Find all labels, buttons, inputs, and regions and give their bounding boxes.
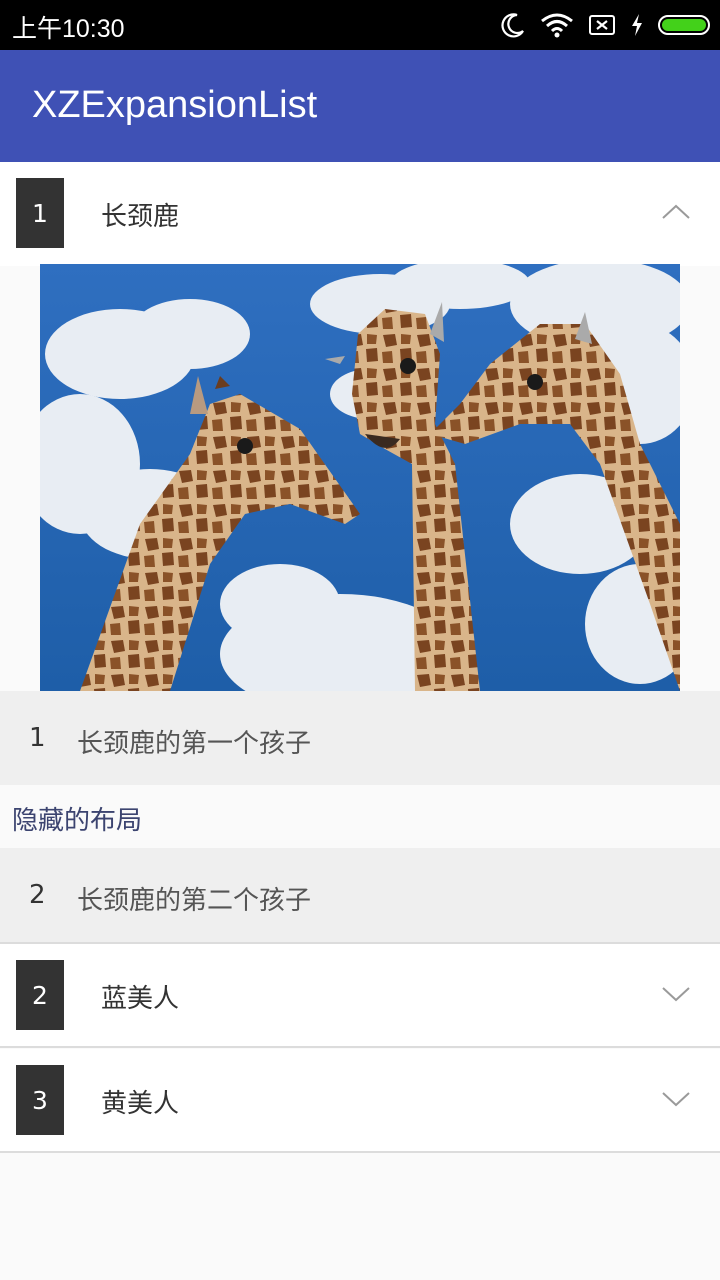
battery-level xyxy=(662,19,706,31)
group-number-badge: 1 xyxy=(16,178,64,248)
status-bar: 上午10:30 xyxy=(0,0,720,50)
status-time: 上午10:30 xyxy=(12,15,125,43)
group-label: 长颈鹿 xyxy=(101,202,180,232)
hidden-layout-text: 隐藏的布局 xyxy=(12,806,143,836)
app-toolbar: XZExpansionList xyxy=(0,50,720,162)
group-row-giraffe[interactable]: 1 长颈鹿 xyxy=(0,162,720,266)
group-label: 蓝美人 xyxy=(101,984,180,1014)
group-number-badge: 3 xyxy=(16,1065,64,1135)
battery-icon xyxy=(658,15,710,35)
chevron-down-icon[interactable] xyxy=(660,1087,692,1111)
child-row-2[interactable]: 2 长颈鹿的第二个孩子 xyxy=(0,848,720,944)
status-icons xyxy=(500,10,710,40)
group-row-blue-beauty[interactable]: 2 蓝美人 xyxy=(0,944,720,1048)
group-number-badge: 2 xyxy=(16,960,64,1030)
group-label: 黄美人 xyxy=(101,1089,180,1119)
chevron-up-icon[interactable] xyxy=(660,200,692,224)
group-row-yellow-beauty[interactable]: 3 黄美人 xyxy=(0,1049,720,1153)
moon-icon xyxy=(501,13,524,38)
child-number: 1 xyxy=(29,723,46,753)
chevron-down-icon[interactable] xyxy=(660,982,692,1006)
app-title: XZExpansionList xyxy=(32,84,318,126)
wifi-icon xyxy=(541,13,573,38)
child-row-1[interactable]: 1 长颈鹿的第一个孩子 xyxy=(0,691,720,785)
no-sim-icon xyxy=(589,15,615,35)
charging-icon xyxy=(632,14,642,36)
child-label: 长颈鹿的第二个孩子 xyxy=(77,886,312,916)
giraffe-image xyxy=(40,264,680,691)
child-label: 长颈鹿的第一个孩子 xyxy=(77,729,312,759)
child-number: 2 xyxy=(29,880,46,910)
